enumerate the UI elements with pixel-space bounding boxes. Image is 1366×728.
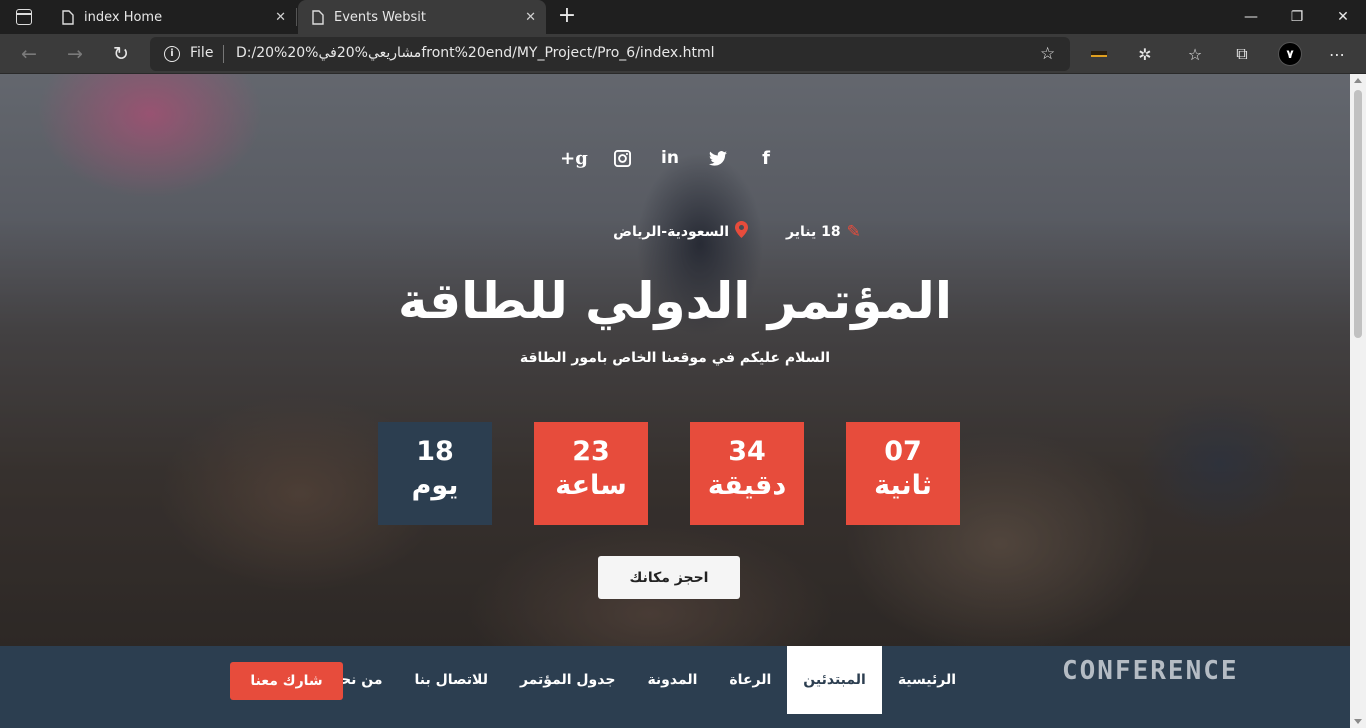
scroll-up-arrow-icon[interactable] (1354, 78, 1362, 83)
site-logo[interactable]: CONFERENCE (1062, 656, 1239, 686)
tab-title: index Home (84, 9, 163, 25)
extension-icon[interactable] (1087, 42, 1111, 66)
page-title: المؤتمر الدولي للطاقة (398, 272, 952, 330)
browser-window: index Home ✕ Events Websit ✕ + — ❐ ✕ ← →… (0, 0, 1366, 728)
minimize-button[interactable]: — (1228, 0, 1274, 34)
linkedin-icon[interactable]: in (658, 146, 682, 170)
tab-close-icon[interactable]: ✕ (275, 10, 286, 25)
tab-index-home[interactable]: index Home ✕ (48, 0, 296, 34)
more-menu-icon[interactable]: ⋯ (1325, 42, 1349, 66)
close-window-button[interactable]: ✕ (1320, 0, 1366, 34)
tab-title: Events Websit (334, 9, 426, 25)
nav-links: الرئيسية المبتدئين الرعاة المدونة جدول ا… (312, 646, 972, 714)
profile-avatar[interactable]: ٧ (1278, 42, 1302, 66)
page-scrollbar[interactable] (1350, 74, 1366, 728)
countdown-hours: 23 ساعة (534, 422, 648, 525)
tab-close-icon[interactable]: ✕ (525, 10, 536, 25)
address-bar[interactable]: i File D:/20%مشاريعي%20في%20front%20end/… (150, 37, 1070, 71)
page-subtitle: السلام عليكم في موقعنا الخاص بامور الطاق… (519, 350, 831, 366)
tab-events-website[interactable]: Events Websit ✕ (298, 0, 546, 34)
nav-link-blog[interactable]: المدونة (631, 646, 713, 714)
book-seat-button[interactable]: احجز مكانك (598, 556, 740, 599)
nav-link-contact[interactable]: للاتصال بنا (399, 646, 504, 714)
new-tab-button[interactable]: + (555, 5, 579, 29)
nav-link-schedule[interactable]: جدول المؤتمر (504, 646, 631, 714)
main-navbar: CONFERENCE الرئيسية المبتدئين الرعاة الم… (0, 646, 1350, 728)
browser-toolbar: ← → ↻ i File D:/20%مشاريعي%20في%20front%… (0, 34, 1366, 74)
refresh-button[interactable]: ↻ (107, 40, 135, 68)
countdown-hours-label: ساعة (555, 470, 627, 501)
forward-button[interactable]: → (61, 40, 89, 68)
instagram-icon[interactable] (610, 146, 634, 170)
address-separator (223, 45, 224, 63)
event-location: السعودية-الرياض (613, 221, 749, 243)
hero-section: f in g+ ✎ 18 يناير السعودية-الرياض المؤت… (0, 74, 1350, 646)
file-icon (62, 9, 74, 25)
favorites-icon[interactable]: ☆ (1183, 42, 1207, 66)
twitter-icon[interactable] (706, 146, 730, 170)
countdown-days-label: يوم (411, 470, 459, 501)
map-pin-icon (735, 221, 749, 243)
scroll-down-arrow-icon[interactable] (1354, 719, 1362, 724)
extensions-puzzle-icon[interactable]: ✲ (1133, 42, 1157, 66)
event-date: ✎ 18 يناير (786, 221, 861, 243)
add-favorite-icon[interactable]: ☆ (1040, 44, 1060, 64)
tab-separator (296, 8, 297, 26)
sidebar-toggle-icon[interactable] (16, 9, 32, 25)
countdown-minutes-value: 34 (728, 436, 766, 467)
url-text[interactable]: D:/20%مشاريعي%20في%20front%20end/MY_Proj… (236, 45, 715, 61)
google-plus-icon[interactable]: g+ (560, 146, 588, 170)
event-location-text: السعودية-الرياض (613, 224, 730, 240)
countdown-days: 18 يوم (378, 422, 492, 525)
collections-icon[interactable]: ⧉ (1230, 42, 1254, 66)
file-icon (312, 9, 324, 25)
scrollbar-thumb[interactable] (1354, 90, 1362, 338)
nav-link-home[interactable]: الرئيسية (882, 646, 972, 714)
join-us-button[interactable]: شارك معنا (230, 662, 343, 700)
countdown-seconds-label: ثانية (874, 470, 932, 501)
back-button[interactable]: ← (15, 40, 43, 68)
tab-strip: index Home ✕ Events Websit ✕ + — ❐ ✕ (0, 0, 1366, 34)
hero-content: f in g+ ✎ 18 يناير السعودية-الرياض المؤت… (0, 74, 1350, 646)
countdown-days-value: 18 (416, 436, 454, 467)
file-label: File (190, 45, 214, 61)
social-links: f in g+ (0, 146, 1350, 170)
countdown-hours-value: 23 (572, 436, 610, 467)
nav-link-sponsors[interactable]: الرعاة (713, 646, 787, 714)
event-date-text: 18 يناير (786, 224, 841, 240)
page-viewport: f in g+ ✎ 18 يناير السعودية-الرياض المؤت… (0, 74, 1350, 728)
facebook-icon[interactable]: f (754, 146, 778, 170)
countdown-minutes: 34 دقيقة (690, 422, 804, 525)
edit-icon: ✎ (846, 222, 861, 242)
restore-button[interactable]: ❐ (1274, 0, 1320, 34)
countdown-seconds: 07 ثانية (846, 422, 960, 525)
info-icon[interactable]: i (164, 46, 180, 62)
countdown-timer: 18 يوم 23 ساعة 34 دقيقة 07 ثانية (378, 422, 960, 525)
countdown-minutes-label: دقيقة (707, 470, 787, 501)
nav-link-beginners[interactable]: المبتدئين (787, 646, 882, 714)
countdown-seconds-value: 07 (884, 436, 922, 467)
event-meta: ✎ 18 يناير السعودية-الرياض (0, 221, 1350, 243)
